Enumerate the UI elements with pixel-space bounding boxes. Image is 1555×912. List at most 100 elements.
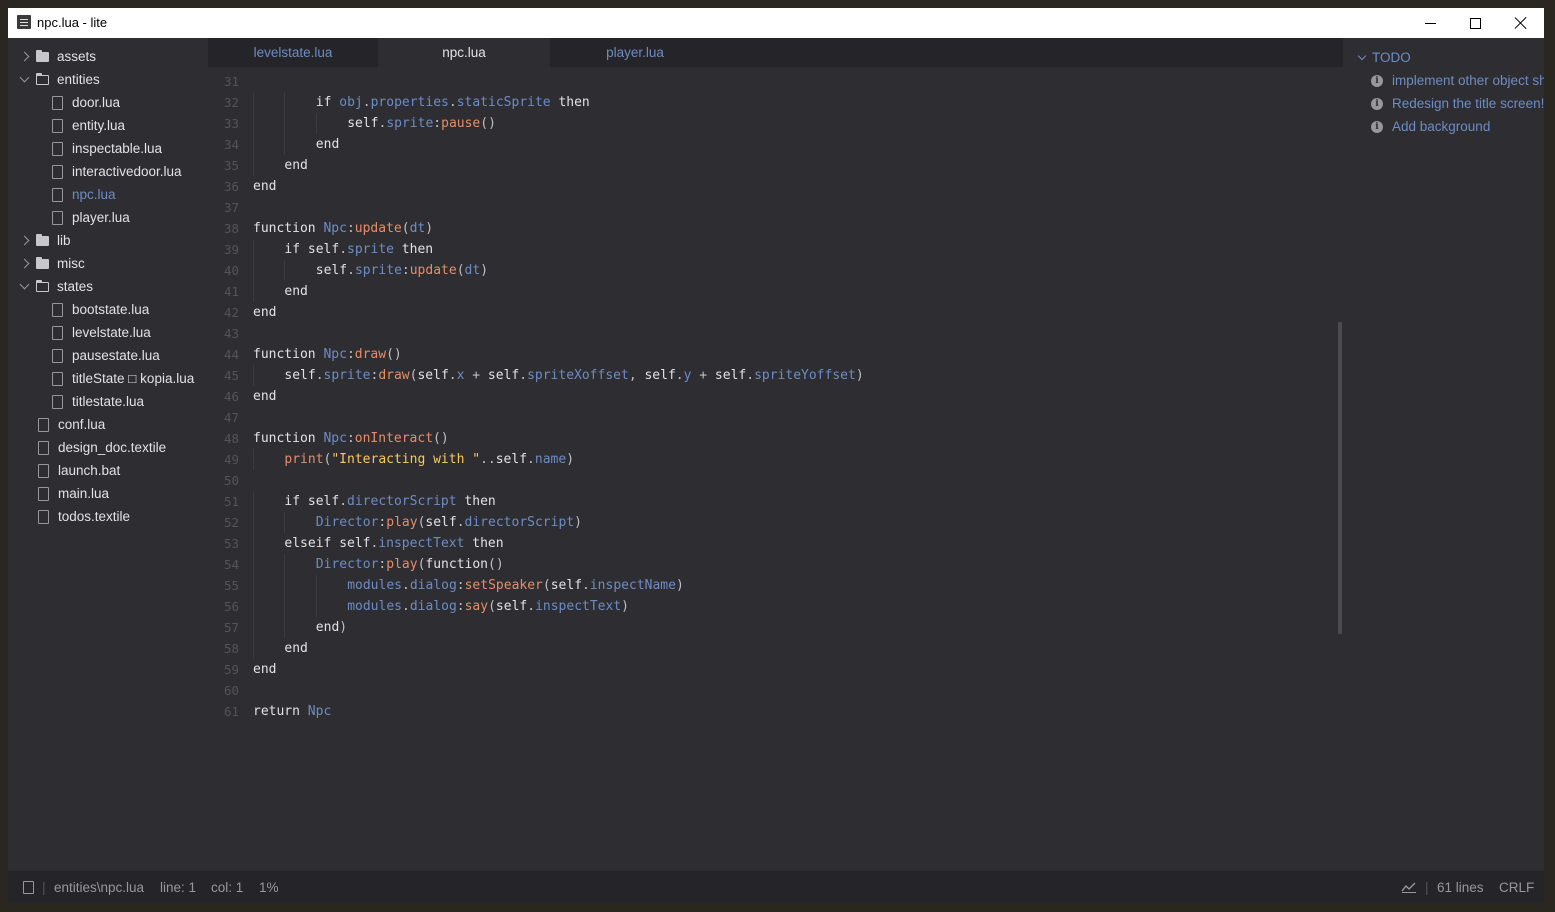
- indent-guide: [253, 554, 254, 575]
- code-text: end: [284, 638, 307, 659]
- file-item[interactable]: interactivedoor.lua: [52, 160, 182, 183]
- info-icon: i: [1371, 120, 1383, 133]
- code-token: function: [253, 431, 324, 446]
- tab[interactable]: npc.lua: [378, 38, 550, 67]
- code-token: Npc: [323, 221, 347, 236]
- code-token: say: [464, 599, 489, 614]
- file-item[interactable]: npc.lua: [52, 183, 116, 206]
- file-item[interactable]: inspectable.lua: [52, 137, 162, 160]
- file-icon: [52, 187, 63, 202]
- tree-item-label: states: [57, 279, 94, 294]
- folder-item[interactable]: states: [19, 275, 94, 298]
- folder-item[interactable]: lib: [19, 229, 71, 252]
- code-token: end: [253, 305, 277, 320]
- code-token: Npc: [323, 347, 347, 362]
- code-token: sprite: [354, 263, 402, 278]
- line-number: 40: [223, 263, 239, 278]
- status-line-ending[interactable]: CRLF: [1499, 871, 1534, 903]
- indent-guide: [284, 554, 286, 575]
- file-item[interactable]: titleState □ kopia.lua: [52, 367, 194, 390]
- folder-item[interactable]: assets: [19, 45, 96, 68]
- file-item[interactable]: bootstate.lua: [52, 298, 149, 321]
- vertical-scrollbar[interactable]: [1338, 322, 1342, 634]
- code-text: self.sprite:pause(): [347, 113, 496, 134]
- status-line: line: 1: [160, 879, 197, 895]
- code-token: dialog: [409, 599, 457, 614]
- folder-item[interactable]: entities: [19, 68, 100, 91]
- indent-guide: [315, 113, 317, 134]
- code-text: if self.sprite then: [284, 239, 433, 260]
- code-line: 37: [208, 197, 1328, 218]
- code-text: end: [253, 302, 276, 323]
- code-token: self: [487, 368, 520, 383]
- code-token: :: [456, 578, 465, 593]
- close-button[interactable]: [1498, 8, 1544, 38]
- folder-item[interactable]: misc: [19, 252, 85, 275]
- indent-guide: [253, 92, 254, 113]
- file-item[interactable]: main.lua: [38, 482, 109, 505]
- code-token: :: [346, 431, 355, 446]
- code-token: +: [691, 368, 715, 383]
- code-token: +: [464, 368, 488, 383]
- code-token: self: [550, 578, 583, 593]
- code-token: ): [480, 263, 489, 278]
- file-item[interactable]: player.lua: [52, 206, 130, 229]
- code-token: inspectText: [378, 536, 465, 551]
- code-token: .: [675, 368, 684, 383]
- code-line: 52 Director:play(self.directorScript): [208, 512, 1328, 533]
- code-token: .: [347, 263, 355, 278]
- code-token: .: [401, 578, 410, 593]
- file-item[interactable]: titlestate.lua: [52, 390, 144, 413]
- tree-item-label: misc: [57, 256, 85, 271]
- file-item[interactable]: design_doc.textile: [38, 436, 166, 459]
- code-line: 41 end: [208, 281, 1328, 302]
- file-item[interactable]: todos.textile: [38, 505, 130, 528]
- code-token: inspectText: [535, 599, 622, 614]
- line-number: 38: [223, 221, 239, 236]
- file-icon: [38, 417, 49, 432]
- code-line: 34 end: [208, 134, 1328, 155]
- file-item[interactable]: pausestate.lua: [52, 344, 160, 367]
- code-token: self: [714, 368, 747, 383]
- tree-item-label: inspectable.lua: [72, 141, 163, 156]
- code-line: 39 if self.sprite then: [208, 239, 1328, 260]
- code-token: Npc: [323, 431, 347, 446]
- file-icon: [52, 371, 63, 386]
- todo-item[interactable]: i implement other object sha: [1371, 73, 1544, 88]
- code-text: end: [316, 134, 339, 155]
- code-token: .: [527, 599, 536, 614]
- line-number: 51: [223, 494, 239, 509]
- todo-item[interactable]: i Redesign the title screen!!!: [1371, 96, 1544, 111]
- code-token: .: [746, 368, 755, 383]
- todo-header-label: TODO: [1372, 50, 1411, 65]
- code-token: ): [675, 578, 684, 593]
- minimize-button[interactable]: [1407, 8, 1453, 38]
- code-text: function Npc:onInteract(): [253, 428, 449, 449]
- code-line: 45 self.sprite:draw(self.x + self.spriteX…: [208, 365, 1328, 386]
- tab[interactable]: player.lua: [550, 38, 720, 67]
- todo-item[interactable]: i Add background: [1371, 119, 1490, 134]
- file-icon: [38, 486, 49, 501]
- file-item[interactable]: door.lua: [52, 91, 120, 114]
- tree-item-label: bootstate.lua: [72, 302, 150, 317]
- code-token: (: [401, 221, 410, 236]
- code-token: print: [284, 452, 324, 467]
- info-icon: i: [1371, 97, 1383, 110]
- indent-guide: [253, 113, 254, 134]
- line-number: 56: [223, 599, 239, 614]
- line-number: 39: [223, 242, 239, 257]
- tab[interactable]: levelstate.lua: [208, 38, 378, 67]
- todo-header[interactable]: TODO: [1357, 50, 1411, 65]
- chevron-down-icon: [19, 279, 30, 290]
- code-editor[interactable]: 31 32 if obj.properties.staticSprite then 3…: [208, 67, 1343, 871]
- tree-item-label: lib: [57, 233, 71, 248]
- file-item[interactable]: conf.lua: [38, 413, 105, 436]
- indent-guide: [284, 596, 286, 617]
- maximize-button[interactable]: [1452, 8, 1498, 38]
- file-icon: [38, 440, 49, 455]
- file-item[interactable]: launch.bat: [38, 459, 120, 482]
- code-token: ): [566, 452, 575, 467]
- file-item[interactable]: levelstate.lua: [52, 321, 151, 344]
- code-token: (): [488, 557, 504, 572]
- file-item[interactable]: entity.lua: [52, 114, 125, 137]
